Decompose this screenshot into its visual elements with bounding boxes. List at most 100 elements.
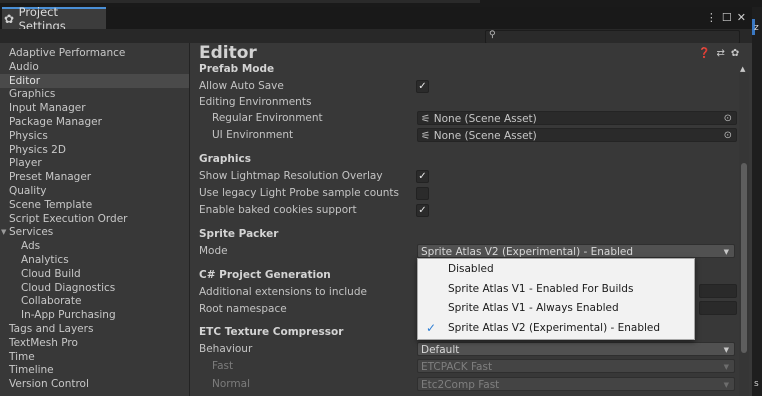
sprite-packer-mode-value: Sprite Atlas V2 (Experimental) - Enabled: [421, 246, 634, 258]
sprite-mode-dropdown-menu: Disabled Sprite Atlas V1 - Enabled For Bu…: [417, 258, 695, 340]
sidebar-item-graphics[interactable]: Graphics: [0, 87, 189, 101]
close-icon[interactable]: ✕: [737, 11, 746, 24]
sidebar-item-input-manager[interactable]: Input Manager: [0, 101, 189, 115]
settings-gear-icon[interactable]: ✿: [731, 48, 739, 59]
object-picker-icon[interactable]: ⊙: [724, 112, 732, 126]
normal-dropdown[interactable]: Etc2Comp Fast ▼: [417, 377, 735, 391]
sidebar-item-physics-2d[interactable]: Physics 2D: [0, 143, 189, 157]
sidebar-item-timeline[interactable]: Timeline: [0, 363, 189, 377]
baked-cookies-checkbox[interactable]: ✓: [416, 204, 429, 217]
top-strip: [0, 0, 762, 7]
normal-value: Etc2Comp Fast: [421, 379, 500, 391]
additional-extensions-input[interactable]: [699, 284, 737, 298]
object-picker-icon[interactable]: ⊙: [724, 129, 732, 143]
sidebar-item-player[interactable]: Player: [0, 156, 189, 170]
header-icons: ❓ ⇄ ✿: [698, 48, 739, 59]
settings-sidebar: Adaptive Performance Audio Editor Graphics I…: [0, 43, 190, 396]
root-namespace-label: Root namespace: [199, 303, 287, 315]
sidebar-item-label: Input Manager: [9, 102, 86, 115]
sidebar-item-audio[interactable]: Audio: [0, 60, 189, 74]
sidebar-item-time[interactable]: Time: [0, 350, 189, 364]
sidebar-item-label: TextMesh Pro: [9, 336, 78, 349]
ui-environment-label: UI Environment: [212, 129, 294, 141]
sidebar-item-script-execution-order[interactable]: Script Execution Order: [0, 212, 189, 226]
sidebar-item-label: Services: [9, 226, 54, 239]
dropdown-option-label: Sprite Atlas V1 - Always Enabled: [448, 302, 619, 314]
baked-cookies-label: Enable baked cookies support: [199, 204, 357, 216]
scene-asset-icon: ⚟: [421, 113, 434, 125]
sidebar-item-label: Player: [9, 157, 42, 170]
edge-letter-top: z: [754, 23, 759, 33]
editing-environments-label: Editing Environments: [199, 96, 312, 108]
sidebar-item-editor[interactable]: Editor: [0, 73, 189, 88]
dropdown-option[interactable]: ✓ Sprite Atlas V2 (Experimental) - Enable…: [418, 319, 694, 338]
ui-environment-field[interactable]: ⚟ None (Scene Asset) ⊙: [417, 128, 737, 142]
sidebar-item-label: Analytics: [21, 254, 69, 266]
editor-settings-panel: Editor ❓ ⇄ ✿ Prefab Mode Allow Auto Save…: [190, 43, 752, 396]
sidebar-item-package-manager[interactable]: Package Manager: [0, 115, 189, 129]
help-icon[interactable]: ❓: [698, 48, 710, 59]
normal-label: Normal: [212, 378, 250, 390]
prefab-mode-heading: Prefab Mode: [199, 63, 275, 75]
sidebar-item-label: Quality: [9, 185, 47, 197]
scroll-up-arrow-icon[interactable]: ▲: [740, 65, 745, 73]
adjacent-window-edge: z s: [752, 7, 762, 396]
fast-dropdown[interactable]: ETCPACK Fast ▼: [417, 359, 735, 373]
sidebar-item-label: Physics: [9, 129, 48, 142]
sidebar-item-preset-manager[interactable]: Preset Manager: [0, 170, 189, 184]
sidebar-item-tags-and-layers[interactable]: Tags and Layers: [0, 322, 189, 336]
chevron-down-icon: ▼: [723, 363, 729, 371]
sidebar-item-label: Collaborate: [21, 295, 82, 308]
dropdown-option[interactable]: Disabled: [418, 260, 694, 279]
chevron-down-icon: ▼: [723, 381, 729, 389]
sidebar-item-label: Editor: [9, 74, 41, 87]
sidebar-item-label: Version Control: [9, 378, 89, 391]
scrollbar-thumb[interactable]: [741, 163, 747, 353]
sidebar-item-label: Physics 2D: [9, 143, 66, 156]
sprite-packer-heading: Sprite Packer: [199, 228, 279, 240]
sidebar-item-label: Scene Template: [9, 198, 93, 211]
sidebar-item-ads[interactable]: Ads: [0, 239, 189, 253]
dropdown-option[interactable]: Sprite Atlas V1 - Always Enabled: [418, 299, 694, 318]
more-menu-icon[interactable]: ⋮: [706, 11, 717, 24]
sidebar-item-scene-template[interactable]: Scene Template: [0, 198, 189, 212]
maximize-icon[interactable]: ☐: [722, 11, 732, 24]
sidebar-item-in-app-purchasing[interactable]: In-App Purchasing: [0, 308, 189, 322]
ui-environment-value: None (Scene Asset): [433, 130, 537, 142]
sidebar-item-analytics[interactable]: Analytics: [0, 253, 189, 267]
root-namespace-input[interactable]: [699, 301, 737, 315]
behaviour-dropdown[interactable]: Default ▼: [417, 342, 735, 356]
fast-label: Fast: [212, 360, 234, 372]
sidebar-item-label: Adaptive Performance: [9, 47, 126, 59]
sidebar-item-physics[interactable]: Physics: [0, 129, 189, 143]
legacy-light-probe-checkbox[interactable]: [416, 187, 429, 200]
sidebar-item-label: Timeline: [9, 364, 54, 377]
regular-environment-field[interactable]: ⚟ None (Scene Asset) ⊙: [417, 111, 737, 125]
tab-project-settings[interactable]: ✿ Project Settings: [2, 5, 106, 33]
show-lightmap-checkbox[interactable]: ✓: [416, 170, 429, 183]
sidebar-item-label: Package Manager: [9, 116, 102, 128]
sprite-packer-mode-dropdown[interactable]: Sprite Atlas V2 (Experimental) - Enabled…: [417, 244, 735, 258]
presets-icon[interactable]: ⇄: [716, 48, 724, 59]
sidebar-item-quality[interactable]: Quality: [0, 184, 189, 198]
window-controls: ⋮ ☐ ✕: [706, 11, 746, 24]
allow-auto-save-label: Allow Auto Save: [199, 80, 284, 92]
sidebar-item-collaborate[interactable]: Collaborate: [0, 294, 189, 308]
search-input[interactable]: ⚲: [485, 30, 740, 44]
additional-extensions-label: Additional extensions to include: [199, 286, 367, 298]
sidebar-item-services[interactable]: ▼ Services: [0, 225, 189, 239]
fold-arrow-icon[interactable]: ▼: [1, 225, 6, 239]
allow-auto-save-checkbox[interactable]: ✓: [416, 80, 429, 93]
dropdown-option-label: Disabled: [448, 263, 494, 275]
dropdown-option[interactable]: Sprite Atlas V1 - Enabled For Builds: [418, 280, 694, 299]
sidebar-item-cloud-diagnostics[interactable]: Cloud Diagnostics: [0, 281, 189, 295]
chevron-down-icon: ▼: [723, 346, 729, 354]
sidebar-item-textmesh-pro[interactable]: TextMesh Pro: [0, 336, 189, 350]
sprite-packer-mode-label: Mode: [199, 245, 228, 257]
sidebar-item-cloud-build[interactable]: Cloud Build: [0, 267, 189, 281]
csharp-generation-heading: C# Project Generation: [199, 269, 331, 281]
sidebar-item-adaptive-performance[interactable]: Adaptive Performance: [0, 46, 189, 60]
sidebar-item-version-control[interactable]: Version Control: [0, 377, 189, 391]
sidebar-item-label: Time: [9, 350, 35, 363]
checkmark-icon: ✓: [426, 320, 437, 335]
